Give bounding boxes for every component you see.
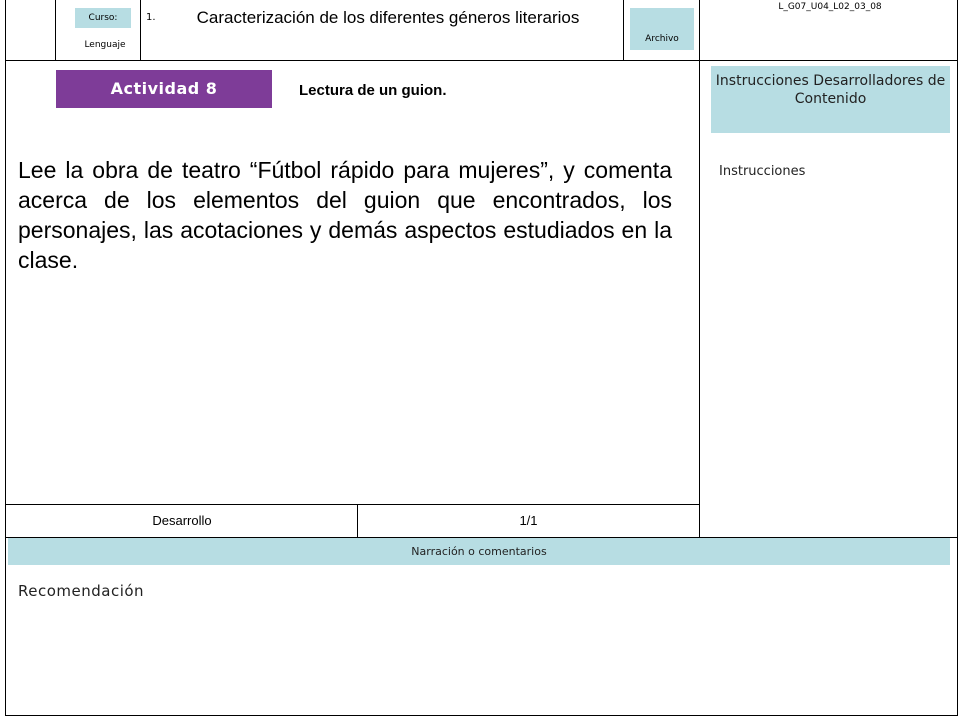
main-right-border bbox=[699, 60, 700, 538]
frame-bottom-border bbox=[5, 715, 958, 716]
narration-header: Narración o comentarios bbox=[8, 538, 950, 565]
instructions-label: Instrucciones bbox=[719, 164, 806, 179]
activity-badge: Actividad 8 bbox=[56, 70, 272, 108]
curso-label: Curso: bbox=[75, 8, 131, 28]
section-label: Desarrollo bbox=[152, 513, 212, 528]
header-col-2 bbox=[140, 0, 141, 61]
page-number: 1/1 bbox=[519, 513, 538, 528]
frame-right-border bbox=[957, 0, 958, 716]
instructions-header: Instrucciones Desarrolladores de Conteni… bbox=[711, 66, 950, 133]
activity-heading: Lectura de un guion. bbox=[299, 82, 447, 99]
header-col-1 bbox=[55, 0, 56, 61]
file-code: L_G07_U04_L02_03_08 bbox=[778, 2, 882, 12]
subject-label: Lenguaje bbox=[84, 40, 126, 50]
recommendation-label: Recomendación bbox=[18, 582, 145, 600]
header-divider bbox=[5, 60, 958, 61]
header-col-3 bbox=[623, 0, 624, 61]
page-title: Caracterización de los diferentes género… bbox=[196, 8, 580, 27]
activity-instructions: Lee la obra de teatro “Fútbol rápido par… bbox=[18, 157, 672, 273]
archivo-label: Archivo bbox=[630, 8, 694, 50]
frame-left-border bbox=[5, 0, 6, 716]
item-number: 1. bbox=[146, 12, 156, 23]
